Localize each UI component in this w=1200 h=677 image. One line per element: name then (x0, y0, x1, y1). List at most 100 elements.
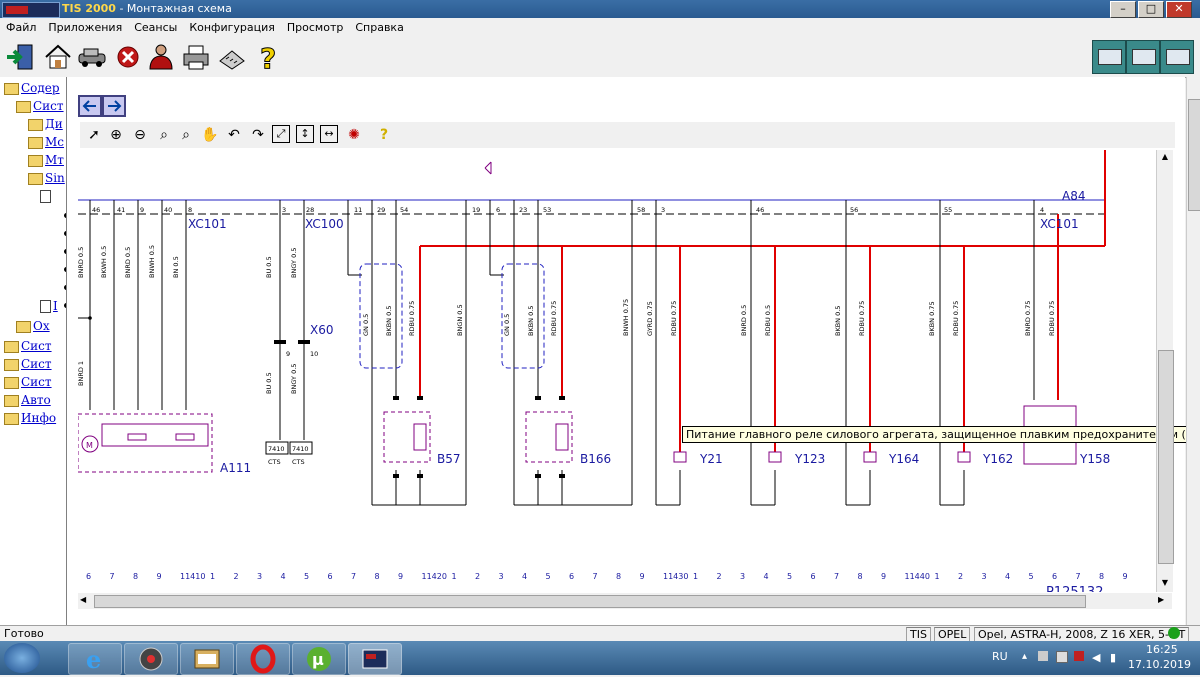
component-label: Y164 (888, 452, 919, 466)
tree-item[interactable]: Ди (28, 117, 63, 131)
scroll-thumb[interactable] (1158, 350, 1174, 564)
menu-configuration[interactable]: Конфигурация (183, 20, 281, 35)
menu-sessions[interactable]: Сеансы (128, 20, 183, 35)
pin-number: 4 (1040, 206, 1044, 214)
ruler-number: 4 (1005, 572, 1010, 581)
connection-status-icon (1168, 627, 1180, 639)
utorrent-icon[interactable]: µ (292, 643, 346, 675)
control-unit-label: A84 (1062, 189, 1085, 203)
tree-item[interactable]: Сист (16, 99, 64, 113)
tree-item[interactable]: Инфо (4, 411, 56, 425)
print-icon[interactable] (180, 41, 212, 73)
scroll-down-icon[interactable]: ▼ (1158, 578, 1172, 590)
volume-icon[interactable]: ◀ (1092, 651, 1100, 664)
tray-usb-icon[interactable] (1056, 651, 1068, 663)
tree-item-label: Сист (21, 339, 52, 353)
tree-item[interactable]: Мт (28, 153, 64, 167)
menu-view[interactable]: Просмотр (281, 20, 349, 35)
forward-button[interactable] (102, 95, 126, 117)
tis2000-task-icon[interactable] (348, 643, 402, 675)
home-icon[interactable] (42, 41, 74, 73)
network-icon[interactable]: ▮ (1110, 651, 1116, 664)
security-icon[interactable] (1160, 40, 1194, 74)
main-toolbar: ? (0, 37, 1200, 78)
svg-text:M: M (86, 441, 93, 450)
pin-number: 28 (306, 206, 314, 214)
stop-icon[interactable] (112, 41, 144, 73)
start-button[interactable] (4, 643, 40, 673)
ruler-number: 7 (110, 572, 115, 581)
menu-help[interactable]: Справка (349, 20, 409, 35)
pin-number: 19 (472, 206, 480, 214)
diagram-help-icon[interactable]: ? (374, 125, 394, 145)
opera-icon[interactable] (236, 643, 290, 675)
tray-app-icon[interactable] (1038, 651, 1048, 661)
diagnostics-icon[interactable] (1092, 40, 1126, 74)
pointer-icon[interactable]: ➚ (84, 125, 104, 145)
hscroll-thumb[interactable] (94, 595, 1086, 608)
user-icon[interactable] (145, 41, 177, 73)
zoom-icon[interactable]: ⌕ (154, 125, 174, 145)
title-rest: - Монтажная схема (115, 2, 232, 15)
highlight-icon[interactable]: ✺ (344, 125, 364, 145)
diagram-horizontal-scrollbar[interactable]: ◀ ▶ (78, 593, 1172, 609)
ruler-number: 3 (499, 572, 504, 581)
tree-item[interactable]: I (40, 299, 58, 313)
pin-number: 10 (310, 350, 318, 358)
maximize-button[interactable]: □ (1138, 1, 1164, 18)
svg-text:e: e (86, 645, 101, 674)
clock-time[interactable]: 16:25 (1146, 643, 1178, 656)
scroll-right-icon[interactable]: ▶ (1158, 595, 1164, 604)
minimize-button[interactable]: – (1110, 1, 1136, 18)
menu-applications[interactable]: Приложения (42, 20, 128, 35)
tree-item[interactable]: Сист (4, 339, 52, 353)
vehicles-icon[interactable] (76, 41, 108, 73)
zoom-window-icon[interactable]: ⌕ (176, 125, 196, 145)
window-vertical-scrollbar[interactable] (1186, 77, 1200, 625)
zoom-out-icon[interactable]: ⊖ (130, 125, 150, 145)
wire-label: GYRD 0.75 (646, 301, 654, 336)
fit-width-icon[interactable]: ↔ (320, 125, 338, 143)
tree-item[interactable] (40, 189, 53, 203)
calculator-icon[interactable] (216, 41, 248, 73)
tree-item[interactable]: Содер (4, 81, 60, 95)
media-app-icon[interactable] (124, 643, 178, 675)
ruler-number: 5 (304, 572, 309, 581)
outer-scroll-thumb[interactable] (1188, 99, 1200, 211)
tray-security-icon[interactable] (1074, 651, 1084, 661)
exit-icon[interactable] (4, 41, 36, 73)
pan-hand-icon[interactable]: ✋ (200, 125, 220, 145)
clock-date[interactable]: 17.10.2019 (1128, 658, 1191, 671)
tree-item[interactable]: Sin (28, 171, 65, 185)
fit-height-icon[interactable]: ↕ (296, 125, 314, 143)
internet-explorer-icon[interactable]: e (68, 643, 122, 675)
tree-item-label: Ох (33, 319, 50, 333)
scroll-left-icon[interactable]: ◀ (80, 595, 86, 604)
back-button[interactable] (78, 95, 102, 117)
ct-text: CTS (292, 458, 305, 466)
tree-item[interactable]: Сист (4, 375, 52, 389)
ruler-number: 1 (210, 572, 215, 581)
rotate-left-icon[interactable]: ↶ (224, 125, 244, 145)
pin-number: 9 (140, 206, 144, 214)
folder-icon (4, 376, 19, 389)
language-indicator[interactable]: RU (992, 650, 1008, 663)
diagram-vertical-scrollbar[interactable]: ▲ ▼ (1156, 150, 1174, 592)
file-manager-icon[interactable] (180, 643, 234, 675)
tray-arrow-icon[interactable]: ▴ (1022, 651, 1027, 662)
wiring-diagram[interactable]: M A84 XC101 XC100 XC101 X60 A111 B57 B166 Y21 Y12… (78, 150, 1200, 592)
folder-icon (28, 136, 43, 149)
tree-item[interactable]: Мс (28, 135, 64, 149)
programming-icon[interactable] (1126, 40, 1160, 74)
scroll-up-icon[interactable]: ▲ (1158, 152, 1172, 164)
close-button[interactable]: ✕ (1166, 1, 1192, 18)
tree-item[interactable]: Сист (4, 357, 52, 371)
menu-file[interactable]: Файл (0, 20, 42, 35)
help-icon[interactable]: ? (252, 41, 284, 74)
tree-item[interactable]: Авто (4, 393, 51, 407)
fit-page-icon[interactable]: ⤢ (272, 125, 290, 143)
tree-item[interactable]: Ох (16, 319, 50, 333)
pin-number: 11 (354, 206, 362, 214)
zoom-in-icon[interactable]: ⊕ (106, 125, 126, 145)
rotate-right-icon[interactable]: ↷ (248, 125, 268, 145)
